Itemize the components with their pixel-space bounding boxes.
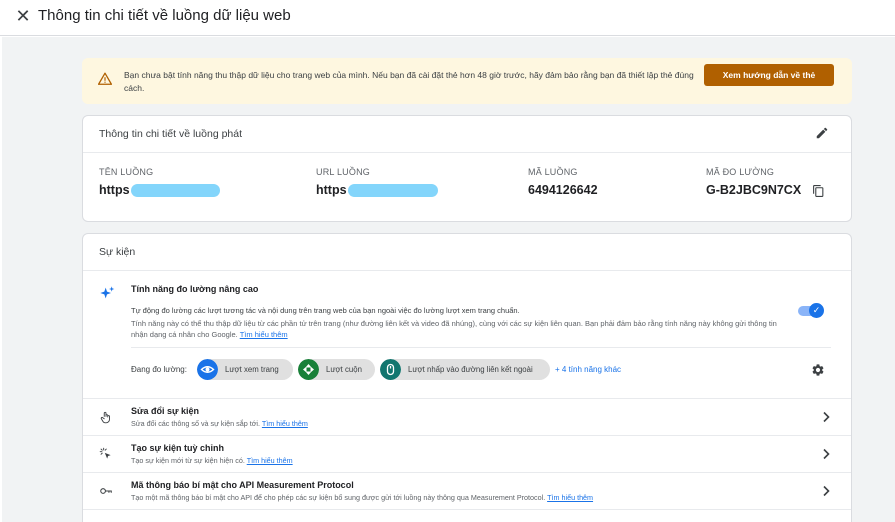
stream-id-label: MÃ LUỒNG <box>528 167 578 177</box>
row-desc: Tạo một mã thông báo bí mật cho API để c… <box>131 493 593 502</box>
close-icon[interactable]: ✕ <box>14 6 32 26</box>
row-title: Sửa đổi sự kiện <box>131 406 200 416</box>
measurement-protocol-secret-row[interactable]: Mã thông báo bí mật cho API Measurement … <box>83 473 851 510</box>
stream-url-field: URL LUỒNG https <box>316 167 438 197</box>
stream-id-value: 6494126642 <box>528 183 598 197</box>
chevron-right-icon <box>823 411 830 423</box>
redacted-mark <box>131 184 220 197</box>
measurement-id-label: MÃ ĐO LƯỜNG <box>706 167 775 177</box>
row-title: Tạo sự kiện tuỳ chỉnh <box>131 443 225 453</box>
chip-label: Lượt cuộn <box>326 365 362 374</box>
modify-events-row[interactable]: Sửa đổi sự kiện Sửa đổi các thông số và … <box>83 399 851 436</box>
row-desc-text: Tạo một mã thông báo bí mật cho API để c… <box>131 493 546 502</box>
scroll-icon <box>298 359 319 380</box>
row-title: Mã thông báo bí mật cho API Measurement … <box>131 480 354 490</box>
main-content: Bạn chưa bật tính năng thu thập dữ liệu … <box>2 37 895 522</box>
row-desc: Tạo sự kiện mới từ sự kiện hiện có. Tìm … <box>131 456 293 465</box>
stream-name-value: https <box>99 183 130 197</box>
view-tag-guide-button[interactable]: Xem hướng dẫn về thẻ <box>704 64 834 86</box>
learn-more-link[interactable]: Tìm hiểu thêm <box>247 456 293 465</box>
events-title: Sự kiện <box>99 246 136 258</box>
stream-name-field: TÊN LUỒNG https <box>99 167 220 197</box>
chip-label: Lượt xem trang <box>225 365 279 374</box>
stream-url-value: https <box>316 183 347 197</box>
events-header: Sự kiện <box>83 234 851 271</box>
chip-scrolls[interactable]: Lượt cuộn <box>298 359 375 380</box>
sparkle-icon <box>100 286 115 299</box>
chip-outbound-clicks[interactable]: Lượt nhấp vào đường liên kết ngoài <box>380 359 550 380</box>
eye-icon <box>197 359 218 380</box>
learn-more-link[interactable]: Tìm hiểu thêm <box>547 493 593 502</box>
stream-details-header: Thông tin chi tiết về luồng phát <box>83 116 851 153</box>
row-desc-text: Sửa đổi các thông số và sự kiện sắp tới. <box>131 419 261 428</box>
enhanced-measurement-note-text: Tính năng này có thể thu thập dữ liệu từ… <box>131 319 777 339</box>
more-features-link[interactable]: + 4 tính năng khác <box>555 365 621 374</box>
stream-details-card: Thông tin chi tiết về luồng phát TÊN LUỒ… <box>82 115 852 222</box>
enhanced-measurement-toggle[interactable]: ✓ <box>798 303 824 318</box>
row-desc-text: Tạo sự kiện mới từ sự kiện hiện có. <box>131 456 245 465</box>
chip-label: Lượt nhấp vào đường liên kết ngoài <box>408 365 533 374</box>
chevron-right-icon <box>823 485 830 497</box>
key-icon <box>100 488 112 494</box>
chip-page-views[interactable]: Lượt xem trang <box>197 359 293 380</box>
enhanced-measurement-desc: Tự động đo lường các lượt tương tác và n… <box>131 306 520 315</box>
events-card: Sự kiện Tính năng đo lường nâng cao Tự đ… <box>82 233 852 522</box>
enhanced-measurement-section: Tính năng đo lường nâng cao Tự động đo l… <box>83 271 851 399</box>
warning-banner: Bạn chưa bật tính năng thu thập dữ liệu … <box>82 58 852 104</box>
check-icon: ✓ <box>809 303 824 318</box>
gear-icon[interactable] <box>811 363 825 377</box>
learn-more-link[interactable]: Tìm hiểu thêm <box>262 419 308 428</box>
measuring-label: Đang đo lường: <box>131 365 187 374</box>
click-icon <box>99 447 111 459</box>
redacted-mark <box>348 184 438 197</box>
warning-text: Bạn chưa bật tính năng thu thập dữ liệu … <box>124 70 694 93</box>
warning-icon <box>98 72 112 85</box>
copy-icon[interactable] <box>812 184 825 198</box>
touch-icon <box>100 411 110 424</box>
edit-icon[interactable] <box>815 126 829 140</box>
divider <box>131 347 831 348</box>
enhanced-measurement-title: Tính năng đo lường nâng cao <box>131 284 259 294</box>
learn-more-link[interactable]: Tìm hiểu thêm <box>240 330 288 339</box>
mouse-icon <box>380 359 401 380</box>
measurement-id-field: MÃ ĐO LƯỜNG G-B2JBC9N7CX <box>706 167 824 197</box>
stream-url-label: URL LUỒNG <box>316 167 370 177</box>
chevron-right-icon <box>823 448 830 460</box>
stream-name-label: TÊN LUỒNG <box>99 167 154 177</box>
page-header: ✕ Thông tin chi tiết về luồng dữ liệu we… <box>0 0 895 36</box>
enhanced-measurement-note: Tính năng này có thể thu thập dữ liệu từ… <box>131 318 791 340</box>
stream-id-field: MÃ LUỒNG 6494126642 <box>528 167 598 197</box>
create-custom-event-row[interactable]: Tạo sự kiện tuỳ chỉnh Tạo sự kiện mới từ… <box>83 436 851 473</box>
measurement-id-value: G-B2JBC9N7CX <box>706 183 802 197</box>
page-title: Thông tin chi tiết về luồng dữ liệu web <box>38 7 291 24</box>
row-desc: Sửa đổi các thông số và sự kiện sắp tới.… <box>131 419 308 428</box>
stream-details-title: Thông tin chi tiết về luồng phát <box>99 128 243 140</box>
